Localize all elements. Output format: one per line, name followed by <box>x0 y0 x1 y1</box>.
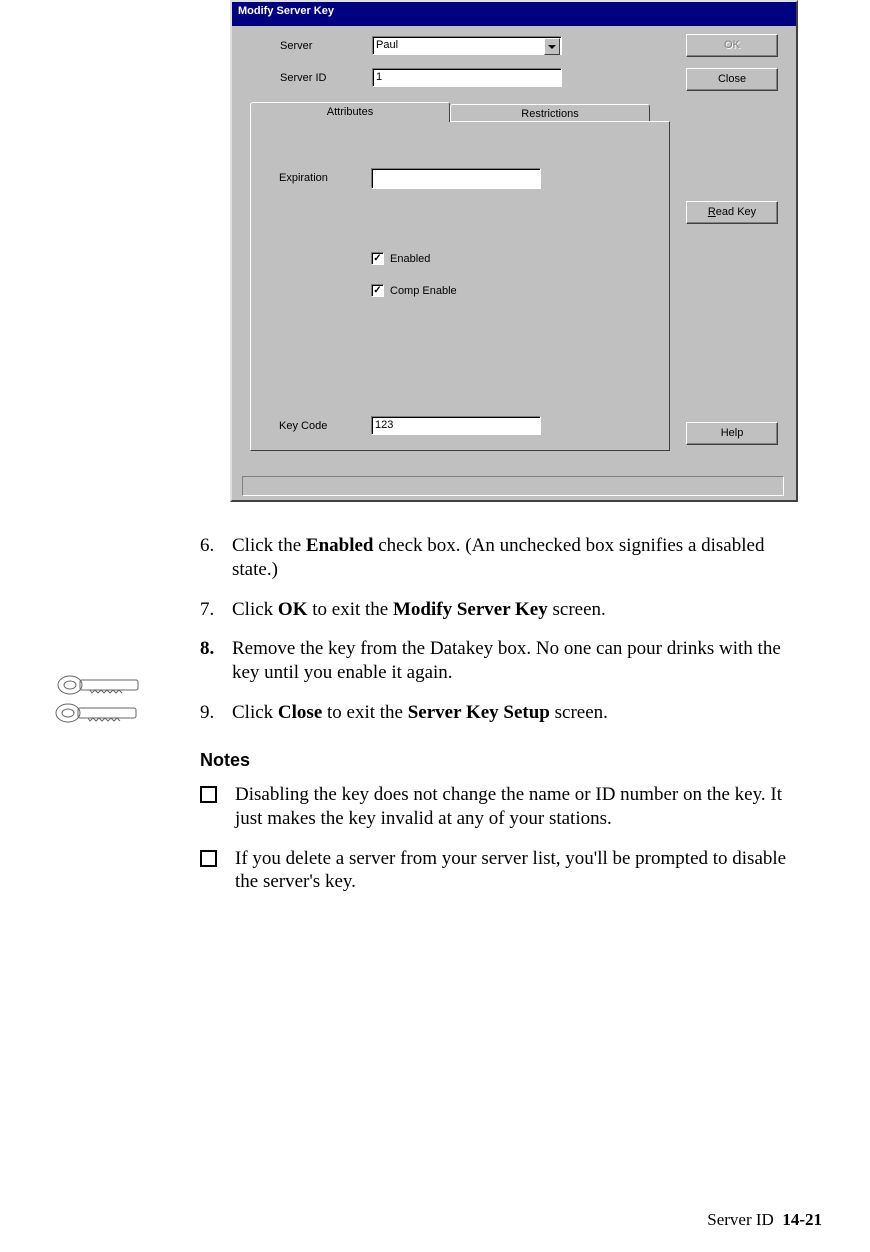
tab-restrictions[interactable]: Restrictions <box>450 104 650 122</box>
page-footer: Server ID 14-21 <box>707 1210 822 1230</box>
enabled-checkbox-label: Enabled <box>390 253 430 265</box>
notes-heading: Notes <box>200 749 800 772</box>
step-body: Click Close to exit the Server Key Setup… <box>232 701 800 725</box>
step-number: 9. <box>200 701 232 725</box>
step-9: 9. Click Close to exit the Server Key Se… <box>200 701 800 725</box>
step-7: 7. Click OK to exit the Modify Server Ke… <box>200 598 800 622</box>
step-body: Click the Enabled check box. (An uncheck… <box>232 534 800 582</box>
server-id-label: Server ID <box>280 72 326 84</box>
server-dropdown[interactable]: Paul <box>372 36 562 55</box>
expiration-input[interactable] <box>371 168 541 189</box>
step-8: 8. Remove the key from the Datakey box. … <box>200 637 800 685</box>
keys-icon <box>50 665 160 735</box>
read-key-label-rest: ead Key <box>716 206 756 218</box>
chevron-down-icon <box>548 45 556 49</box>
comp-enable-checkbox-label: Comp Enable <box>390 285 457 297</box>
server-value: Paul <box>376 39 398 51</box>
note-1: Disabling the key does not change the na… <box>200 783 800 831</box>
close-button[interactable]: Close <box>686 68 778 91</box>
dialog-title: Modify Server Key <box>232 2 796 26</box>
attributes-panel: Expiration ✓ Enabled ✓ Comp Enable Key C… <box>250 121 670 451</box>
dropdown-button[interactable] <box>544 38 560 55</box>
comp-enable-checkbox[interactable]: ✓ Comp Enable <box>371 284 457 297</box>
footer-page-number: 14-21 <box>782 1210 822 1229</box>
step-body: Click OK to exit the Modify Server Key s… <box>232 598 800 622</box>
expiration-label: Expiration <box>279 172 328 184</box>
checkbox-box: ✓ <box>371 284 384 297</box>
checkbox-box: ✓ <box>371 252 384 265</box>
footer-section: Server ID <box>707 1210 774 1229</box>
checkbox-bullet-icon <box>200 850 217 867</box>
status-bar <box>242 476 784 496</box>
step-number: 8. <box>200 637 232 685</box>
note-body: Disabling the key does not change the na… <box>235 783 800 831</box>
help-button[interactable]: Help <box>686 422 778 445</box>
step-number: 6. <box>200 534 232 582</box>
checkbox-bullet-icon <box>200 786 217 803</box>
instruction-steps: 6. Click the Enabled check box. (An unch… <box>200 534 800 910</box>
server-label: Server <box>280 40 312 52</box>
enabled-checkbox[interactable]: ✓ Enabled <box>371 252 430 265</box>
step-6: 6. Click the Enabled check box. (An unch… <box>200 534 800 582</box>
tab-attributes[interactable]: Attributes <box>250 102 450 122</box>
key-code-input[interactable]: 123 <box>371 416 541 435</box>
note-body: If you delete a server from your server … <box>235 847 800 895</box>
read-key-button[interactable]: Read Key <box>686 201 778 224</box>
ok-button[interactable]: OK <box>686 34 778 57</box>
modify-server-key-dialog: Modify Server Key Server Paul Server ID … <box>230 0 798 502</box>
step-number: 7. <box>200 598 232 622</box>
note-2: If you delete a server from your server … <box>200 847 800 895</box>
step-body: Remove the key from the Datakey box. No … <box>232 637 800 685</box>
key-code-label: Key Code <box>279 420 327 432</box>
server-id-input[interactable]: 1 <box>372 68 562 87</box>
